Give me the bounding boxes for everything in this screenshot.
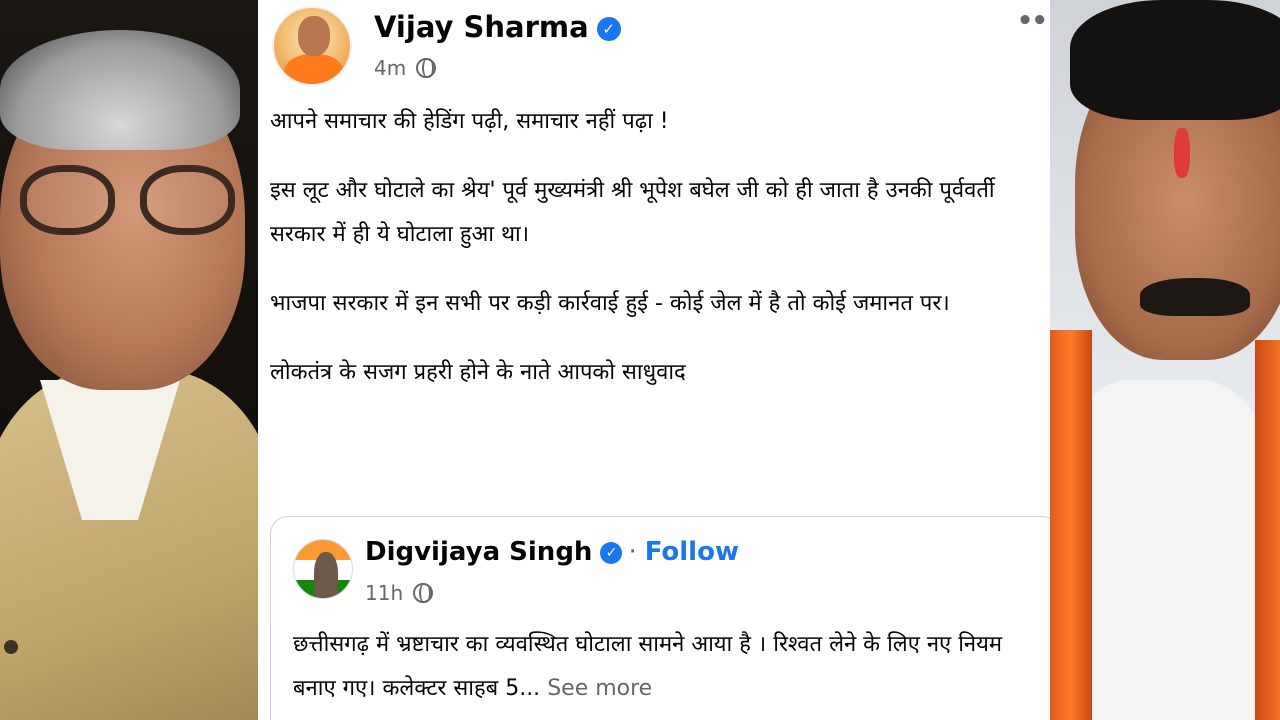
facebook-post: Vijay Sharma ✓ 4m •• आपने समाचार की हेडिं… (258, 0, 1050, 720)
shared-post-card[interactable]: Digvijaya Singh ✓ · Follow 11h छत्तीसगढ़ मे… (270, 516, 1050, 720)
globe-icon (416, 58, 437, 78)
glasses-shape (20, 165, 245, 235)
hair-shape (1070, 0, 1280, 120)
shared-post-text: छत्तीसगढ़ में भ्रष्टाचार का व्यवस्थित घो… (293, 623, 1033, 711)
author-name-row: Vijay Sharma ✓ (374, 10, 621, 44)
post-time[interactable]: 4m (374, 56, 406, 80)
post-meta: 4m (374, 56, 437, 80)
post-paragraph: इस लूट और घोटाले का श्रेय' पूर्व मुख्यमं… (270, 178, 995, 247)
tilak-mark-shape (1174, 128, 1190, 178)
shared-post-meta: 11h (365, 581, 434, 605)
coat-button-shape (4, 640, 18, 654)
author-name[interactable]: Vijay Sharma (374, 10, 589, 44)
shared-post-time[interactable]: 11h (365, 581, 403, 605)
verified-badge-icon: ✓ (596, 17, 621, 41)
follow-button[interactable]: Follow (645, 537, 739, 567)
more-options-icon[interactable]: •• (1017, 6, 1048, 36)
saffron-scarf-shape (1255, 340, 1280, 720)
author-avatar[interactable] (272, 6, 352, 86)
shared-author-name[interactable]: Digvijaya Singh (365, 537, 592, 567)
post-paragraph: लोकतंत्र के सजग प्रहरी होने के नाते आपको… (270, 360, 686, 385)
saffron-scarf-shape (1050, 330, 1092, 720)
post-header: Vijay Sharma ✓ 4m (270, 6, 1040, 86)
shared-author-row: Digvijaya Singh ✓ · Follow (365, 537, 739, 567)
verified-badge-icon: ✓ (600, 542, 623, 564)
post-paragraph: भाजपा सरकार में इन सभी पर कड़ी कार्रवाई … (270, 291, 950, 316)
mustache-shape (1140, 278, 1250, 316)
right-politician-photo (1050, 0, 1280, 720)
post-text: आपने समाचार की हेडिंग पढ़ी, समाचार नहीं … (270, 100, 1030, 420)
see-more-link[interactable]: See more (547, 676, 652, 701)
left-politician-photo (0, 0, 258, 720)
globe-icon (413, 583, 434, 603)
hair-shape (0, 30, 240, 150)
shared-author-avatar[interactable] (293, 539, 353, 599)
post-paragraph: आपने समाचार की हेडिंग पढ़ी, समाचार नहीं … (270, 109, 669, 134)
separator-dot: · (628, 537, 637, 567)
